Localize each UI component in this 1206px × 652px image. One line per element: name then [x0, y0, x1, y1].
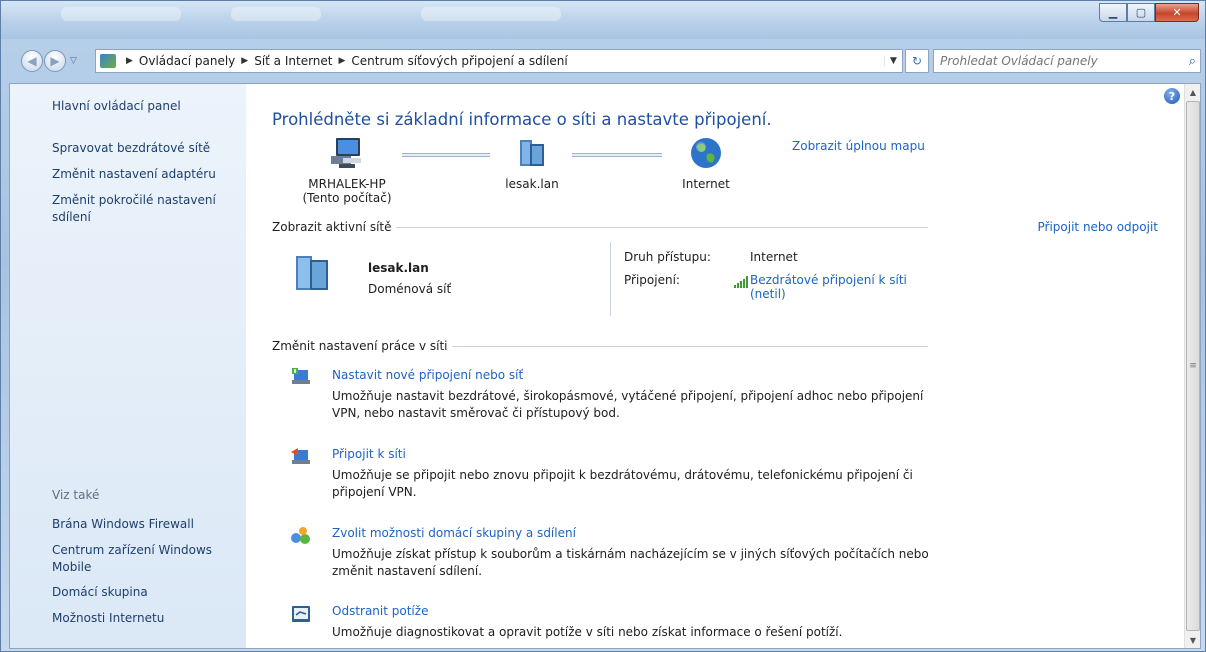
new-connection-icon [292, 368, 310, 384]
wireless-connection-name[interactable]: Bezdrátové připojení k síti [750, 273, 907, 287]
titlebar-glass [421, 7, 561, 21]
breadcrumb-control-panel[interactable]: Ovládací panely [139, 54, 235, 68]
homegroup-icon [291, 527, 310, 544]
help-icon[interactable]: ? [1164, 88, 1180, 104]
titlebar-glass [61, 7, 181, 21]
chevron-right-icon[interactable]: ▶ [126, 56, 133, 66]
sidebar-link-wireless[interactable]: Spravovat bezdrátové sítě [52, 140, 232, 157]
close-button[interactable]: ✕ [1155, 3, 1199, 22]
change-settings-title: Změnit nastavení práce v síti [272, 339, 452, 353]
sidebar-link-mobile-center[interactable]: Centrum zařízení Windows Mobile [52, 542, 228, 576]
sidebar-link-adapter[interactable]: Změnit nastavení adaptéru [52, 166, 232, 183]
domain-network-icon [520, 140, 544, 166]
computer-subtitle: (Tento počítač) [302, 191, 392, 205]
window-frame: ▁ ▢ ✕ ◀ ▶ ▽ ▶ Ovládací panely ▶ Síť a In… [0, 0, 1206, 652]
map-connector [572, 153, 662, 157]
full-map-link[interactable]: Zobrazit úplnou mapu [792, 139, 925, 153]
forward-button[interactable]: ▶ [44, 50, 66, 72]
sidebar-link-advanced-sharing[interactable]: Změnit pokročilé nastavení sdílení [52, 192, 228, 226]
wireless-connection-link[interactable]: Bezdrátové připojení k síti (netil) [750, 273, 907, 301]
task-new-connection-desc: Umožňuje nastavit bezdrátové, širokopásm… [332, 389, 924, 420]
task-connect-link[interactable]: Připojit k síti [332, 447, 406, 461]
scroll-up-icon[interactable]: ▲ [1185, 84, 1200, 100]
task-troubleshoot-link[interactable]: Odstranit potíže [332, 604, 428, 618]
task-homegroup-desc: Umožňuje získat přístup k souborům a tis… [332, 547, 929, 578]
chevron-right-icon[interactable]: ▶ [339, 56, 346, 66]
computer-icon [331, 138, 361, 168]
minimize-button[interactable]: ▁ [1099, 3, 1127, 22]
recent-pages-dropdown-icon[interactable]: ▽ [70, 56, 77, 66]
globe-icon [691, 138, 721, 168]
internet-node-name: Internet [682, 177, 730, 191]
map-node-internet[interactable]: Internet [666, 136, 746, 191]
refresh-icon: ↻ [911, 54, 923, 68]
search-box[interactable]: ⌕ [933, 49, 1201, 73]
see-also-label: Viz také [52, 488, 100, 502]
refresh-button[interactable]: ↻ [905, 49, 929, 73]
sidebar-link-home[interactable]: Hlavní ovládací panel [52, 98, 232, 115]
connect-disconnect-link[interactable]: Připojit nebo odpojit [1033, 220, 1158, 234]
domain-network-icon [296, 256, 328, 290]
wifi-signal-icon [734, 276, 748, 288]
maximize-button[interactable]: ▢ [1127, 3, 1155, 22]
scroll-down-icon[interactable]: ▼ [1185, 632, 1200, 648]
map-connector [402, 153, 490, 157]
task-new-connection-link[interactable]: Nastavit nové připojení nebo síť [332, 368, 523, 382]
network-type-link[interactable]: Doménová síť [368, 282, 451, 296]
task-troubleshoot-desc: Umožňuje diagnostikovat a opravit potíže… [332, 625, 843, 639]
scroll-thumb[interactable]: ≡ [1186, 101, 1200, 631]
network-node-name: lesak.lan [505, 177, 559, 191]
task-homegroup-link[interactable]: Zvolit možnosti domácí skupiny a sdílení [332, 526, 576, 540]
page-title: Prohlédněte si základní informace o síti… [272, 110, 772, 129]
wireless-connection-ssid[interactable]: (netil) [750, 287, 907, 301]
content-area: Hlavní ovládací panel Spravovat bezdráto… [9, 83, 1201, 649]
sidebar: Hlavní ovládací panel Spravovat bezdráto… [10, 84, 246, 648]
map-node-network[interactable]: lesak.lan [492, 136, 572, 191]
breadcrumb-network-center[interactable]: Centrum síťových připojení a sdílení [351, 54, 567, 68]
title-bar[interactable]: ▁ ▢ ✕ [1, 1, 1205, 39]
active-networks-title: Zobrazit aktivní sítě [272, 220, 396, 234]
search-input[interactable] [940, 54, 1170, 68]
map-node-computer[interactable]: MRHALEK-HP (Tento počítač) [292, 136, 402, 205]
breadcrumb-network-internet[interactable]: Síť a Internet [254, 54, 332, 68]
connections-label: Připojení: [624, 273, 680, 287]
sidebar-link-internet-options[interactable]: Možnosti Internetu [52, 610, 232, 627]
search-icon[interactable]: ⌕ [1189, 54, 1196, 69]
sidebar-link-homegroup[interactable]: Domácí skupina [52, 584, 232, 601]
computer-name: MRHALEK-HP [308, 177, 386, 191]
titlebar-glass [231, 7, 321, 21]
sidebar-link-firewall[interactable]: Brána Windows Firewall [52, 516, 232, 533]
address-dropdown-icon[interactable]: ▼ [884, 56, 902, 66]
troubleshoot-icon [292, 606, 310, 622]
active-network-name: lesak.lan [368, 261, 429, 275]
connect-network-icon [291, 448, 310, 464]
vertical-scrollbar[interactable]: ▲ ≡ ▼ [1184, 84, 1200, 648]
window-controls: ▁ ▢ ✕ [1099, 3, 1199, 22]
access-type-label: Druh přístupu: [624, 250, 711, 264]
control-panel-icon [100, 54, 116, 68]
access-type-value: Internet [750, 250, 798, 264]
navigation-buttons: ◀ ▶ ▽ [21, 49, 81, 73]
chevron-right-icon[interactable]: ▶ [241, 56, 248, 66]
breadcrumb[interactable]: ▶ Ovládací panely ▶ Síť a Internet ▶ Cen… [95, 49, 903, 73]
task-connect-desc: Umožňuje se připojit nebo znovu připojit… [332, 468, 913, 499]
details-divider [610, 242, 611, 316]
main-panel: Prohlédněte si základní informace o síti… [246, 84, 1184, 648]
back-button[interactable]: ◀ [21, 50, 43, 72]
